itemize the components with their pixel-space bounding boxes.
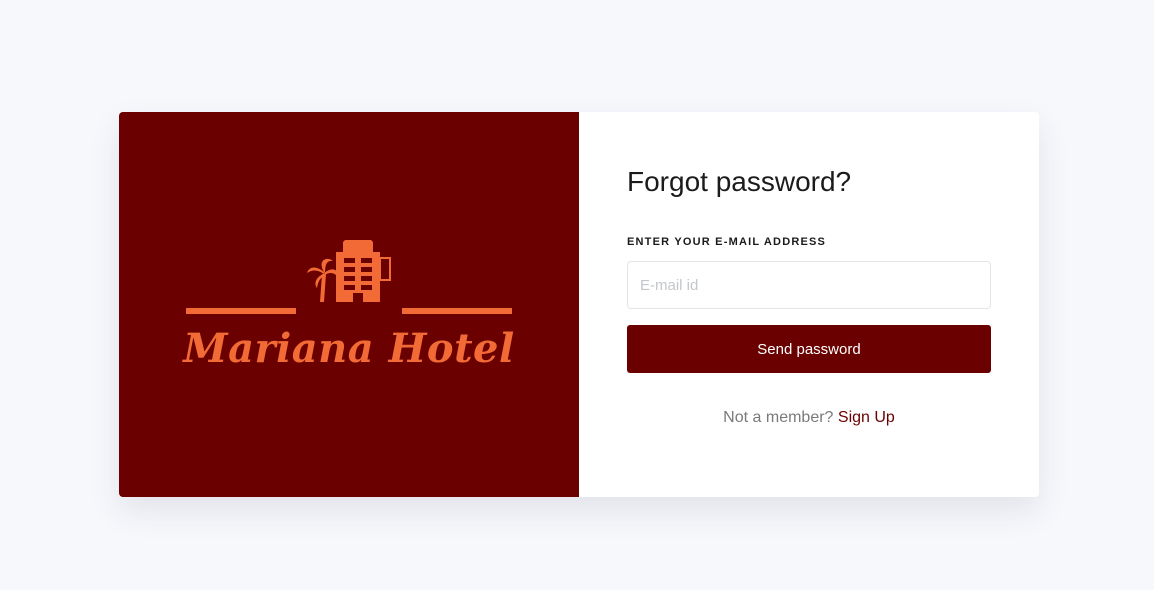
send-password-button[interactable]: Send password xyxy=(627,325,991,373)
email-field[interactable] xyxy=(627,261,991,309)
form-panel: Forgot password? ENTER YOUR E-MAIL ADDRE… xyxy=(579,112,1039,497)
hotel-name: Mariana Hotel xyxy=(183,325,515,372)
palm-tree-icon xyxy=(307,258,339,302)
logo-right-rule xyxy=(402,308,512,314)
page-title: Forgot password? xyxy=(627,166,852,197)
signup-row: Not a member? Sign Up xyxy=(627,408,991,428)
brand-panel: Mariana Hotel xyxy=(119,112,579,497)
signup-prompt: Not a member? xyxy=(723,409,838,426)
sign-up-link[interactable]: Sign Up xyxy=(838,409,895,426)
forgot-password-card: Mariana Hotel Forgot password? ENTER YOU… xyxy=(119,112,1039,497)
hotel-logo xyxy=(186,240,512,314)
email-label: ENTER YOUR E-MAIL ADDRESS xyxy=(627,236,827,248)
logo-left-rule xyxy=(186,308,296,314)
